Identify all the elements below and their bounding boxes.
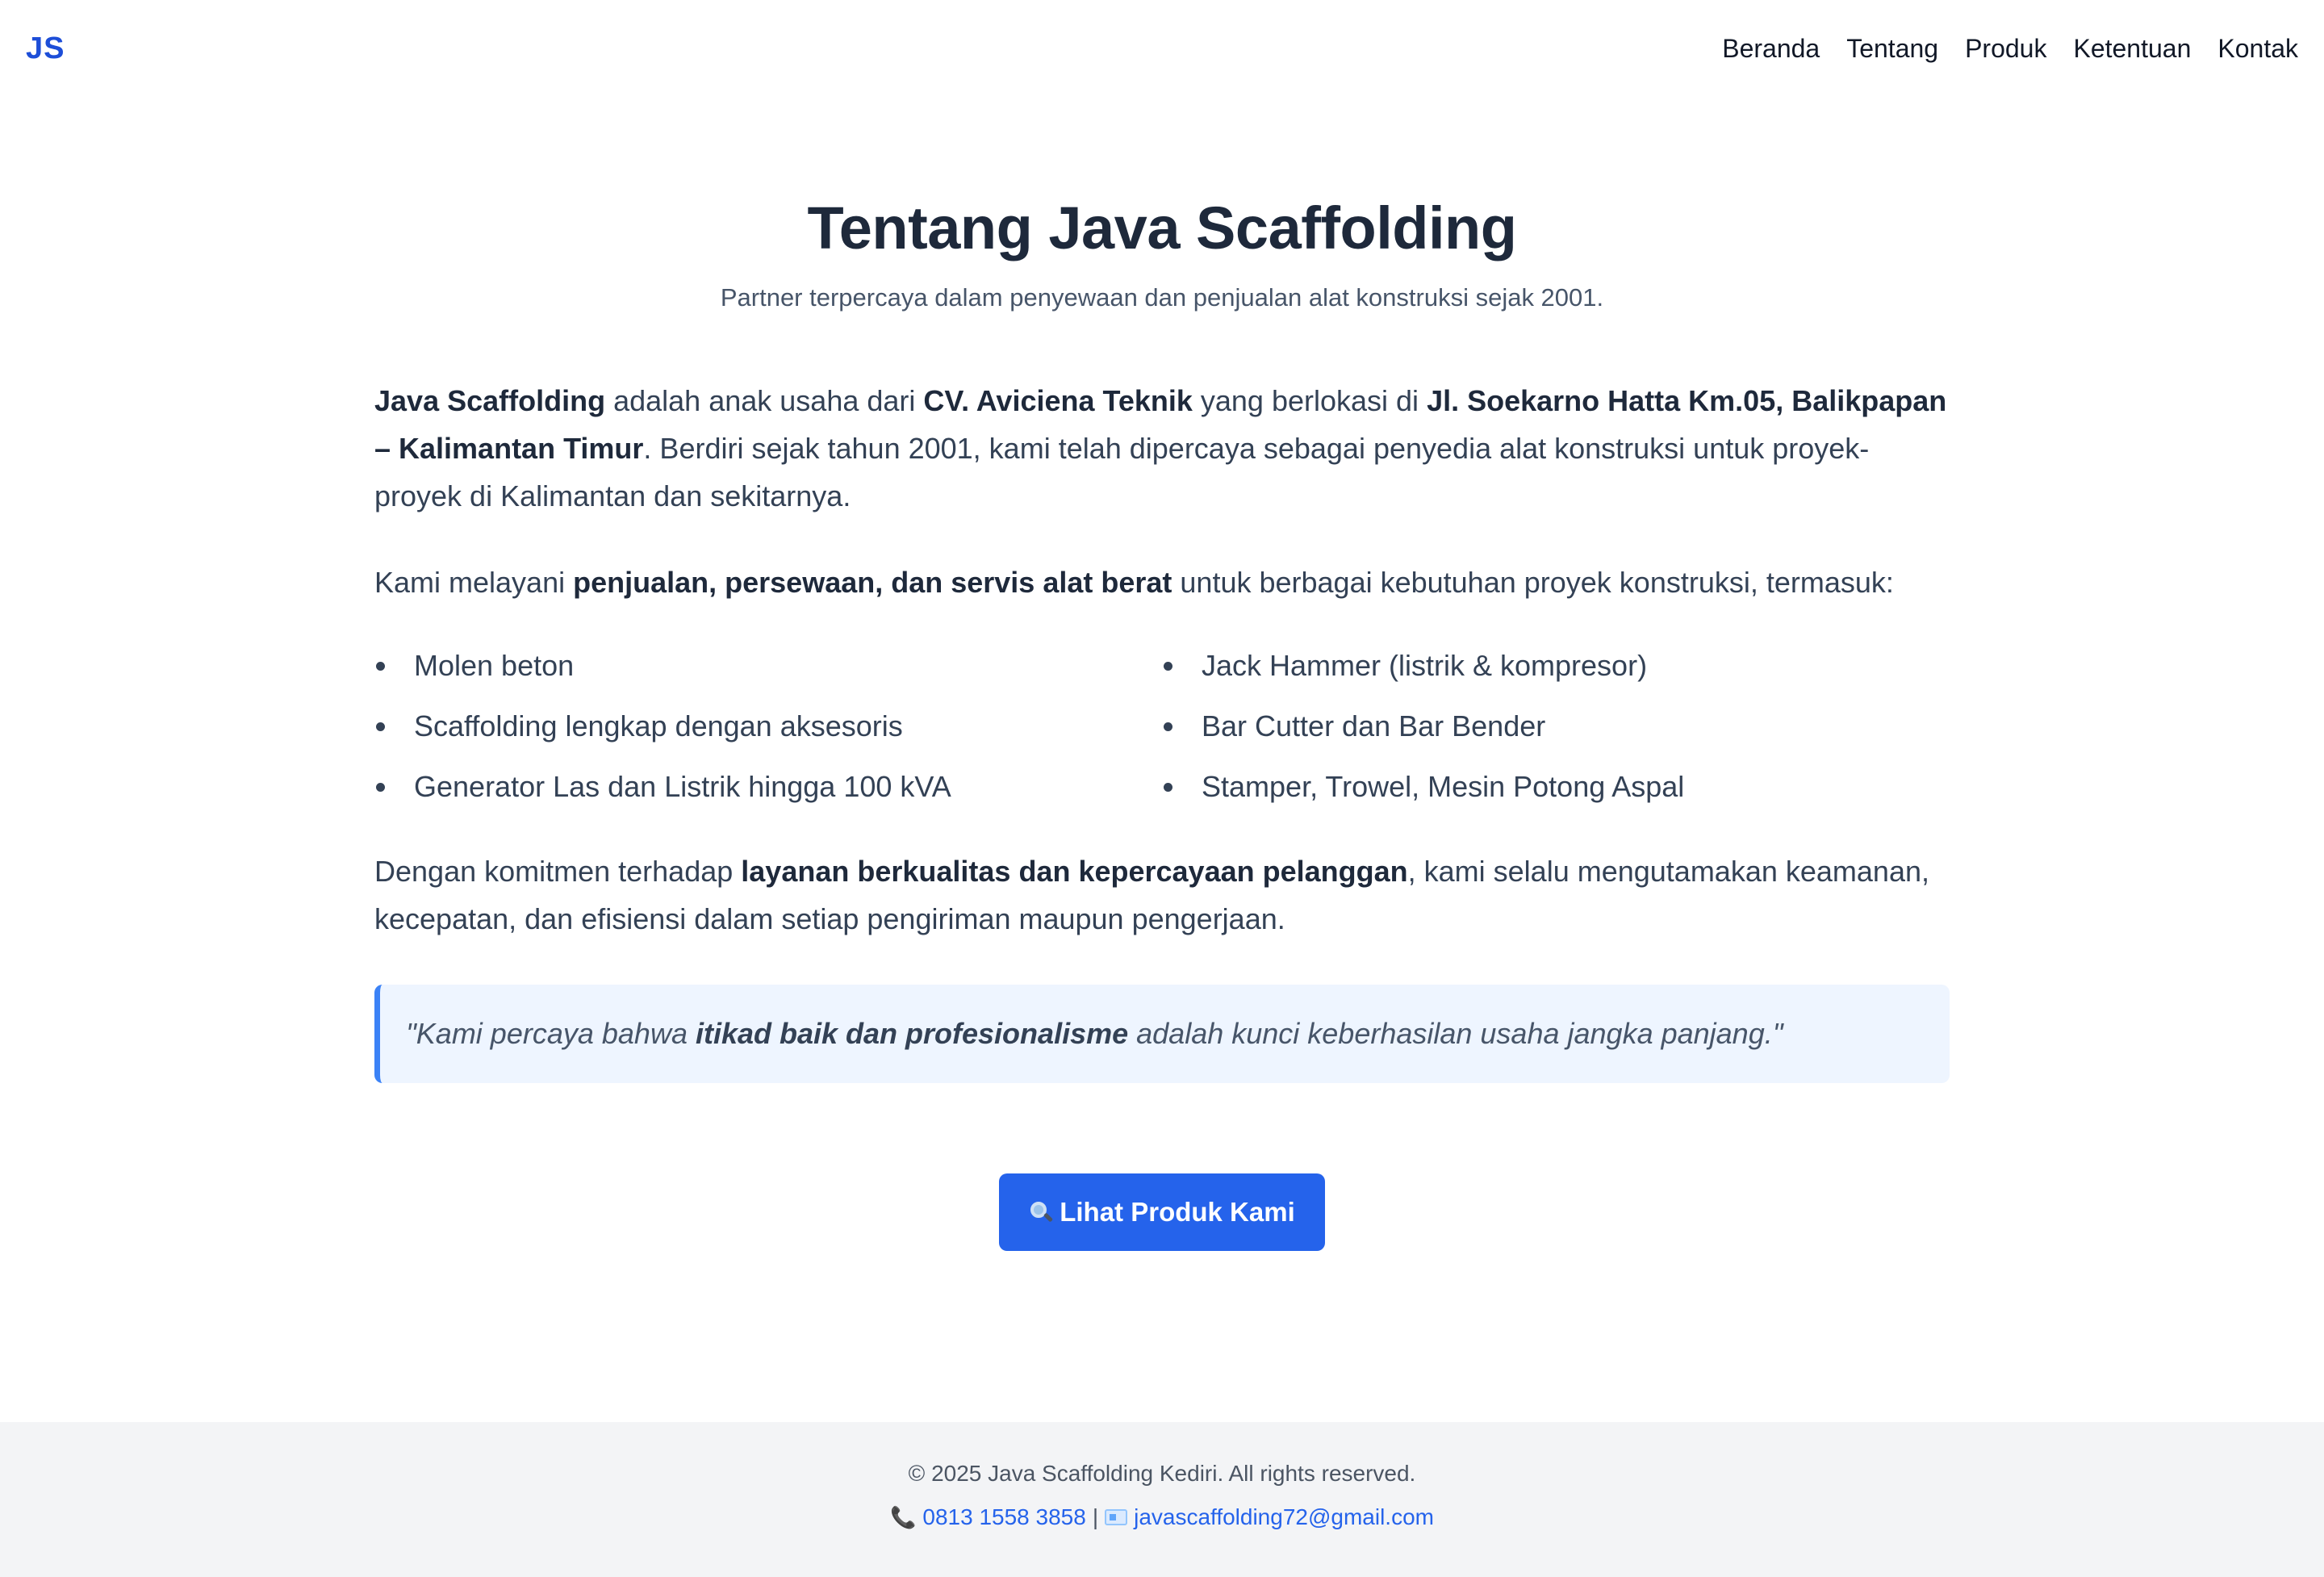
list-item: Stamper, Trowel, Mesin Potong Aspal bbox=[1162, 764, 1950, 809]
intro-text-2: yang berlokasi di bbox=[1192, 384, 1427, 417]
copyright: © 2025 Java Scaffolding Kediri. All righ… bbox=[908, 1461, 1416, 1486]
nav-link-kontak[interactable]: Kontak bbox=[2217, 34, 2298, 64]
email-link[interactable]: javascaffolding72@gmail.com bbox=[1134, 1504, 1434, 1530]
page-subtitle: Partner terpercaya dalam penyewaan dan p… bbox=[720, 283, 1604, 312]
phone-icon: 📞 bbox=[890, 1504, 917, 1529]
nav-link-tentang[interactable]: Tentang bbox=[1846, 34, 1938, 64]
quote-emphasis: itikad baik dan profesionalisme bbox=[695, 1017, 1129, 1050]
site-footer: © 2025 Java Scaffolding Kediri. All righ… bbox=[0, 1422, 2324, 1577]
site-header: JS Beranda Tentang Produk Ketentuan Kont… bbox=[0, 0, 2324, 97]
commitment-text-1: Dengan komitmen terhadap bbox=[374, 855, 742, 888]
phone-link[interactable]: 0813 1558 3858 bbox=[922, 1504, 1085, 1530]
logo[interactable]: JS bbox=[26, 31, 65, 66]
nav-link-beranda[interactable]: Beranda bbox=[1722, 34, 1820, 64]
list-item: Jack Hammer (listrik & kompresor) bbox=[1162, 643, 1950, 688]
view-products-button[interactable]: Lihat Produk Kami bbox=[999, 1173, 1325, 1251]
contact-line: 📞 0813 1558 3858 | javascaffolding72@gma… bbox=[0, 1504, 2324, 1530]
nav-link-produk[interactable]: Produk bbox=[1965, 34, 2046, 64]
services-text-1: Kami melayani bbox=[374, 566, 574, 599]
main-nav: Beranda Tentang Produk Ketentuan Kontak bbox=[1722, 34, 2298, 64]
parent-company: CV. Aviciena Teknik bbox=[923, 384, 1193, 417]
services-list: Molen beton Jack Hammer (listrik & kompr… bbox=[374, 643, 1950, 809]
services-paragraph: Kami melayani penjualan, persewaan, dan … bbox=[374, 558, 1950, 606]
intro-paragraph: Java Scaffolding adalah anak usaha dari … bbox=[374, 377, 1950, 520]
services-highlight: penjualan, persewaan, dan servis alat be… bbox=[573, 566, 1172, 599]
email-icon bbox=[1105, 1509, 1128, 1525]
services-text-2: untuk berbagai kebutuhan proyek konstruk… bbox=[1172, 566, 1894, 599]
contact-separator: | bbox=[1092, 1504, 1099, 1529]
search-icon bbox=[1029, 1200, 1054, 1224]
company-name: Java Scaffolding bbox=[374, 384, 606, 417]
intro-text-1: adalah anak usaha dari bbox=[605, 384, 924, 417]
quote-text: "Kami percaya bahwa itikad baik dan prof… bbox=[406, 1017, 1783, 1051]
list-item: Bar Cutter dan Bar Bender bbox=[1162, 704, 1950, 748]
view-products-label: Lihat Produk Kami bbox=[1060, 1197, 1295, 1227]
page: JS Beranda Tentang Produk Ketentuan Kont… bbox=[0, 0, 2324, 1577]
quote-block: "Kami percaya bahwa itikad baik dan prof… bbox=[374, 985, 1950, 1083]
page-title: Tentang Java Scaffolding bbox=[807, 195, 1517, 261]
list-item: Scaffolding lengkap dengan aksesoris bbox=[374, 704, 1162, 748]
list-item: Generator Las dan Listrik hingga 100 kVA bbox=[374, 764, 1162, 809]
quote-text-1: "Kami percaya bahwa bbox=[406, 1017, 696, 1050]
quote-text-2: adalah kunci keberhasilan usaha jangka p… bbox=[1128, 1017, 1783, 1050]
cta-wrapper: Lihat Produk Kami bbox=[374, 1173, 1950, 1251]
commitment-paragraph: Dengan komitmen terhadap layanan berkual… bbox=[374, 847, 1950, 943]
about-section: Tentang Java Scaffolding Partner terperc… bbox=[374, 194, 1950, 1251]
nav-link-ketentuan[interactable]: Ketentuan bbox=[2073, 34, 2191, 64]
list-item: Molen beton bbox=[374, 643, 1162, 688]
commitment-highlight: layanan berkualitas dan kepercayaan pela… bbox=[741, 855, 1408, 888]
